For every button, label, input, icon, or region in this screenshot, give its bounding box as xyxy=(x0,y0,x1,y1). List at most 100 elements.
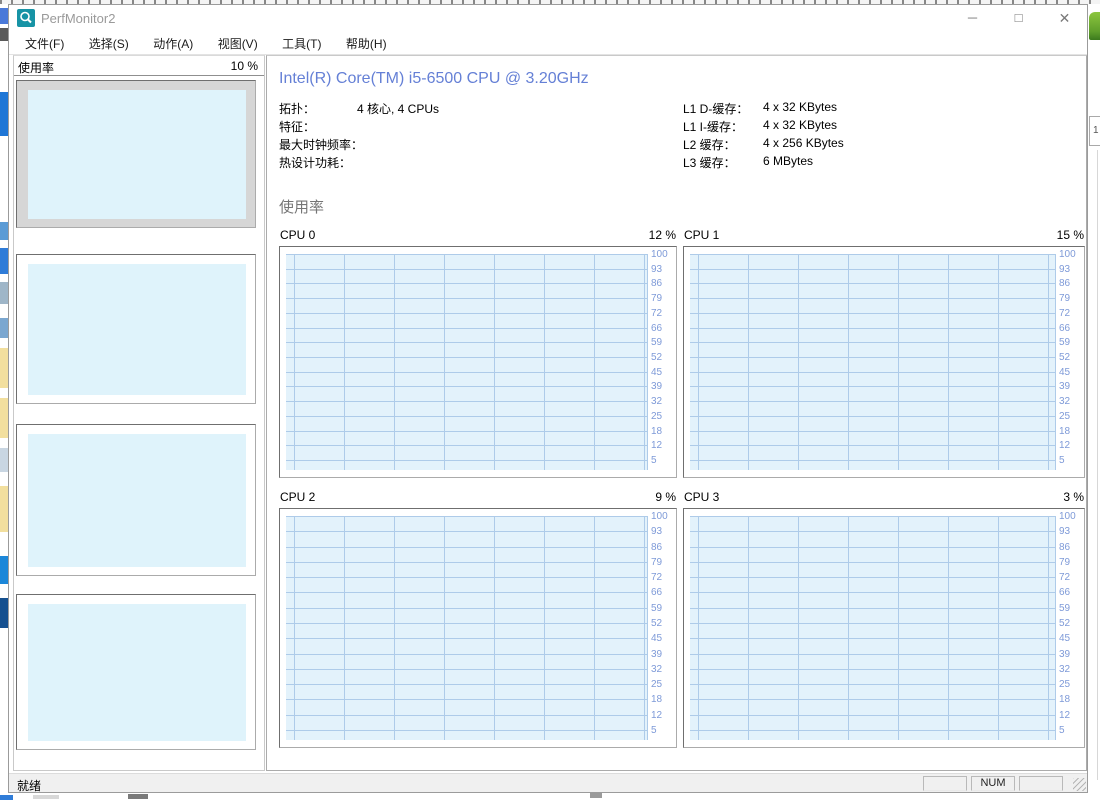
gridline xyxy=(690,608,1055,609)
gridline xyxy=(690,562,1055,563)
info-label: 最大时钟频率： xyxy=(279,136,363,153)
sidebar-usage-label: 使用率 xyxy=(18,59,54,76)
desktop-icon-fragment xyxy=(0,398,8,438)
chart-ticks: 100938679726659524539322518125 xyxy=(649,254,674,470)
info-label: L2 缓存： xyxy=(683,136,736,153)
close-button[interactable]: ✕ xyxy=(1042,5,1087,31)
desktop-icon-fragment xyxy=(0,8,8,24)
gridline xyxy=(690,298,1055,299)
gridline xyxy=(690,254,1055,255)
gridline xyxy=(286,699,647,700)
gridline xyxy=(286,416,647,417)
gridline xyxy=(690,623,1055,624)
gridline xyxy=(690,269,1055,270)
gridline xyxy=(286,730,647,731)
gridline xyxy=(286,386,647,387)
maximize-button[interactable]: □ xyxy=(996,5,1041,31)
gridline xyxy=(690,416,1055,417)
chart-panel-cpu0[interactable]: 100938679726659524539322518125 xyxy=(279,246,677,478)
y-tick-label: 12 xyxy=(1059,441,1070,451)
gridline xyxy=(690,715,1055,716)
gridline xyxy=(690,592,1055,593)
y-tick-label: 93 xyxy=(651,527,662,537)
menu-help[interactable]: 帮助(H) xyxy=(336,31,397,56)
info-row-l1d-cache: L1 D-缓存： 4 x 32 KBytes xyxy=(683,100,1073,118)
app-magnifier-icon xyxy=(17,9,35,27)
gridline xyxy=(286,401,647,402)
chart-current-value: 9 % xyxy=(655,490,676,504)
desktop-icon-fragment xyxy=(0,598,8,628)
y-tick-label: 18 xyxy=(651,695,662,705)
gridline xyxy=(690,516,1055,517)
mini-chart-plot xyxy=(28,90,246,219)
y-tick-label: 72 xyxy=(1059,573,1070,583)
gridline xyxy=(690,684,1055,685)
y-tick-label: 25 xyxy=(651,412,662,422)
y-tick-label: 72 xyxy=(1059,309,1070,319)
gridline xyxy=(690,401,1055,402)
y-tick-label: 86 xyxy=(1059,279,1070,289)
info-label: 特征： xyxy=(279,118,315,135)
info-row-l2-cache: L2 缓存： 4 x 256 KBytes xyxy=(683,136,1073,154)
main-pane: Intel(R) Core(TM) i5-6500 CPU @ 3.20GHz … xyxy=(266,55,1087,771)
gridline xyxy=(286,669,647,670)
y-tick-label: 59 xyxy=(651,604,662,614)
chart-panel-cpu2[interactable]: 100938679726659524539322518125 xyxy=(279,508,677,748)
chart-ticks: 100938679726659524539322518125 xyxy=(1057,254,1082,470)
gridline xyxy=(286,431,647,432)
desktop-icon-fragment xyxy=(0,486,8,532)
menu-tools[interactable]: 工具(T) xyxy=(272,31,331,56)
info-label: 热设计功耗： xyxy=(279,154,351,171)
chart-header-cpu2: CPU 2 9 % xyxy=(279,490,677,505)
y-tick-label: 86 xyxy=(651,279,662,289)
titlebar[interactable]: PerfMonitor2 ─ □ ✕ xyxy=(9,5,1087,31)
chart-panel-cpu3[interactable]: 100938679726659524539322518125 xyxy=(683,508,1085,748)
gridline xyxy=(286,313,647,314)
gridline xyxy=(690,654,1055,655)
y-tick-label: 45 xyxy=(651,368,662,378)
y-tick-label: 25 xyxy=(1059,412,1070,422)
y-tick-label: 79 xyxy=(1059,294,1070,304)
chart-label: CPU 3 xyxy=(684,490,719,504)
status-pane-1 xyxy=(923,776,967,791)
y-tick-label: 45 xyxy=(1059,634,1070,644)
chart-panel-cpu1[interactable]: 100938679726659524539322518125 xyxy=(683,246,1085,478)
y-tick-label: 25 xyxy=(1059,680,1070,690)
resize-grip[interactable] xyxy=(1073,778,1086,791)
sidebar-mini-chart-1[interactable] xyxy=(16,80,256,228)
minimize-button[interactable]: ─ xyxy=(950,5,995,31)
gridline xyxy=(690,638,1055,639)
info-value: 6 MBytes xyxy=(763,154,813,168)
y-tick-label: 45 xyxy=(651,634,662,644)
chart-current-value: 12 % xyxy=(649,228,676,242)
sidebar-usage-pane: 使用率 10 % xyxy=(13,55,265,771)
y-tick-label: 39 xyxy=(1059,650,1070,660)
y-tick-label: 39 xyxy=(1059,382,1070,392)
info-label: 拓扑： xyxy=(279,100,315,117)
y-tick-label: 52 xyxy=(651,353,662,363)
y-tick-label: 66 xyxy=(651,588,662,598)
gridline xyxy=(286,531,647,532)
chart-label: CPU 1 xyxy=(684,228,719,242)
menu-file[interactable]: 文件(F) xyxy=(15,31,74,56)
info-row-l3-cache: L3 缓存： 6 MBytes xyxy=(683,154,1073,172)
gridline xyxy=(286,269,647,270)
menu-select[interactable]: 选择(S) xyxy=(79,31,139,56)
chart-ticks: 100938679726659524539322518125 xyxy=(1057,516,1082,740)
desktop-icon-fragment xyxy=(0,448,8,472)
y-tick-label: 59 xyxy=(1059,338,1070,348)
menu-action[interactable]: 动作(A) xyxy=(143,31,203,56)
desktop-window-edge xyxy=(1097,150,1098,780)
chart-current-value: 15 % xyxy=(1057,228,1084,242)
sidebar-mini-chart-4[interactable] xyxy=(16,594,256,750)
sidebar-mini-chart-3[interactable] xyxy=(16,424,256,576)
y-tick-label: 100 xyxy=(651,250,668,260)
sidebar-mini-chart-2[interactable] xyxy=(16,254,256,404)
y-tick-label: 100 xyxy=(1059,250,1076,260)
y-tick-label: 72 xyxy=(651,573,662,583)
window-title: PerfMonitor2 xyxy=(41,11,115,26)
info-label: L3 缓存： xyxy=(683,154,736,171)
menu-view[interactable]: 视图(V) xyxy=(208,31,268,56)
chart-plot xyxy=(286,516,648,740)
gridline xyxy=(286,654,647,655)
